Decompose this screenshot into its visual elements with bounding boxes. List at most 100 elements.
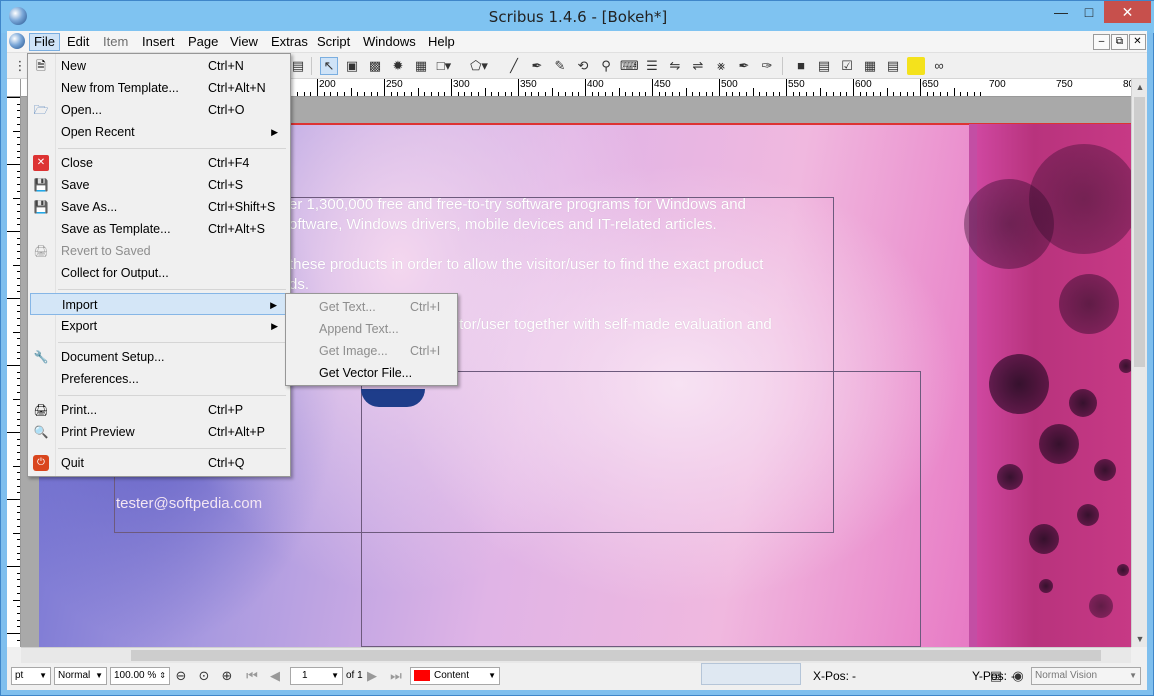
menu-script[interactable]: Script	[313, 33, 354, 51]
zoom-in-icon[interactable]: ⊕	[218, 667, 236, 685]
zoom-out-icon[interactable]: ⊖	[172, 667, 190, 685]
menu-edit[interactable]: Edit	[63, 33, 93, 51]
first-page-icon[interactable]: ⏮	[243, 667, 261, 685]
menu-item-get-vector-file[interactable]: Get Vector File...	[288, 362, 455, 384]
shape-icon[interactable]: □▾	[435, 57, 453, 75]
mdi-restore-button[interactable]: ⧉	[1111, 34, 1128, 50]
submenu-arrow-icon: ▶	[270, 300, 277, 310]
menu-item-quit[interactable]: ⏻ Quit Ctrl+Q	[30, 452, 288, 474]
menu-item[interactable]: Item	[99, 33, 132, 51]
ruler-label: 700	[989, 79, 1006, 90]
measure-icon[interactable]: ⨳	[712, 57, 730, 75]
edit-text-icon[interactable]: ⌨	[620, 57, 639, 75]
menu-item-label: Save	[61, 178, 90, 192]
ruler-tick	[873, 92, 875, 96]
pdf-link-icon[interactable]: ∞	[930, 57, 948, 75]
menu-item-append-text[interactable]: Append Text...	[288, 318, 455, 340]
vision-select[interactable]: Normal Vision ▼	[1031, 667, 1141, 685]
scrapbook-icon[interactable]: ▤	[289, 57, 307, 75]
pdf-listbox-icon[interactable]: ▤	[884, 57, 902, 75]
ruler-tick	[712, 92, 714, 96]
pdf-checkbox-icon[interactable]: ☑	[838, 57, 856, 75]
unlink-frames-icon[interactable]: ⇌	[689, 57, 707, 75]
minimize-button[interactable]: —	[1047, 1, 1075, 23]
rotate-icon[interactable]: ⟲	[574, 57, 592, 75]
menu-item-save-as-template[interactable]: Save as Template... Ctrl+Alt+S	[30, 218, 288, 240]
ruler-tick	[578, 92, 580, 96]
ruler-label: 800	[1123, 79, 1131, 90]
table-icon[interactable]: ▦	[412, 57, 430, 75]
ruler-tick	[437, 92, 439, 96]
menu-windows[interactable]: Windows	[359, 33, 420, 51]
menu-item-save[interactable]: 💾 Save Ctrl+S	[30, 174, 288, 196]
select-tool-icon[interactable]: ↖	[320, 57, 338, 75]
menu-item-export[interactable]: Export ▶	[30, 315, 288, 337]
ruler-tick	[779, 92, 781, 96]
render-mode-select[interactable]: Normal ▼	[54, 667, 107, 685]
menu-help[interactable]: Help	[424, 33, 459, 51]
pdf-button-icon[interactable]: ■	[792, 57, 810, 75]
maximize-button[interactable]: □	[1075, 1, 1103, 23]
ruler-corner	[7, 79, 21, 97]
menu-view[interactable]: View	[226, 33, 262, 51]
vertical-ruler[interactable]	[7, 97, 21, 647]
menu-item-new[interactable]: 🗎 New Ctrl+N	[30, 55, 288, 77]
image-frame[interactable]	[361, 371, 921, 647]
menu-item-open[interactable]: 🗁 Open... Ctrl+O	[30, 99, 288, 121]
line-icon[interactable]: ╱	[505, 57, 523, 75]
menu-item-close[interactable]: ✕ Close Ctrl+F4	[30, 152, 288, 174]
vertical-scroll-thumb[interactable]	[1134, 97, 1145, 367]
copy-properties-icon[interactable]: ✒	[735, 57, 753, 75]
zoom-100-icon[interactable]: ⊙	[195, 667, 213, 685]
chevron-down-icon: ▼	[39, 671, 47, 680]
link-frames-icon[interactable]: ⇋	[666, 57, 684, 75]
zoom-input[interactable]: 100.00 % ⇕	[110, 667, 170, 685]
text-frame-icon[interactable]: ▣	[343, 57, 361, 75]
mdi-minimize-button[interactable]: –	[1093, 34, 1110, 50]
horizontal-scrollbar[interactable]	[21, 647, 1131, 663]
render-frame-icon[interactable]: ✹	[389, 57, 407, 75]
menu-item-revert-to-saved[interactable]: 🖨 Revert to Saved	[30, 240, 288, 262]
ruler-tick	[638, 92, 640, 96]
pdf-combobox-icon[interactable]: ▦	[861, 57, 879, 75]
zoom-icon[interactable]: ⚲	[597, 57, 615, 75]
menu-item-label: Document Setup...	[61, 350, 165, 364]
vertical-scrollbar[interactable]: ▲ ▼	[1131, 79, 1147, 647]
bezier-icon[interactable]: ✒	[528, 57, 546, 75]
bokeh-image[interactable]	[964, 124, 1131, 647]
menu-extras[interactable]: Extras	[267, 33, 312, 51]
scroll-down-icon[interactable]: ▼	[1132, 631, 1148, 647]
previous-page-icon[interactable]: ◀	[266, 667, 284, 685]
document-icon[interactable]	[9, 33, 25, 49]
menu-item-document-setup[interactable]: 🔧 Document Setup...	[30, 346, 288, 368]
menu-file[interactable]: File	[29, 33, 60, 51]
last-page-icon[interactable]: ⏭	[387, 667, 405, 685]
menu-item-get-image[interactable]: Get Image... Ctrl+I	[288, 340, 455, 362]
menu-item-save-as[interactable]: 💾 Save As... Ctrl+Shift+S	[30, 196, 288, 218]
menu-item-print[interactable]: 🖨 Print... Ctrl+P	[30, 399, 288, 421]
menu-item-get-text[interactable]: Get Text... Ctrl+I	[288, 296, 455, 318]
close-button[interactable]: ✕	[1104, 1, 1151, 23]
image-frame-icon[interactable]: ▩	[366, 57, 384, 75]
menu-item-import[interactable]: Import ▶	[30, 293, 288, 315]
menu-item-print-preview[interactable]: 🔍 Print Preview Ctrl+Alt+P	[30, 421, 288, 443]
menu-item-preferences[interactable]: Preferences...	[30, 368, 288, 390]
scroll-up-icon[interactable]: ▲	[1132, 79, 1148, 95]
menu-item-open-recent[interactable]: Open Recent ▶	[30, 121, 288, 143]
menu-insert[interactable]: Insert	[138, 33, 179, 51]
layer-select[interactable]: Content ▼	[410, 667, 500, 685]
polygon-icon[interactable]: ⬠▾	[470, 57, 488, 75]
freehand-icon[interactable]: ✎	[551, 57, 569, 75]
story-editor-icon[interactable]: ☰	[643, 57, 661, 75]
eyedropper-icon[interactable]: ✑	[758, 57, 776, 75]
next-page-icon[interactable]: ▶	[363, 667, 381, 685]
menu-page[interactable]: Page	[184, 33, 222, 51]
menu-item-new-from-template[interactable]: New from Template... Ctrl+Alt+N	[30, 77, 288, 99]
unit-select[interactable]: pt ▼	[11, 667, 51, 685]
page-select[interactable]: 1 ▼	[290, 667, 343, 685]
horizontal-scroll-thumb[interactable]	[131, 650, 1101, 661]
pdf-annotation-icon[interactable]	[907, 57, 925, 75]
menu-item-collect-for-output[interactable]: Collect for Output...	[30, 262, 288, 284]
mdi-close-button[interactable]: ✕	[1129, 34, 1146, 50]
pdf-textfield-icon[interactable]: ▤	[815, 57, 833, 75]
